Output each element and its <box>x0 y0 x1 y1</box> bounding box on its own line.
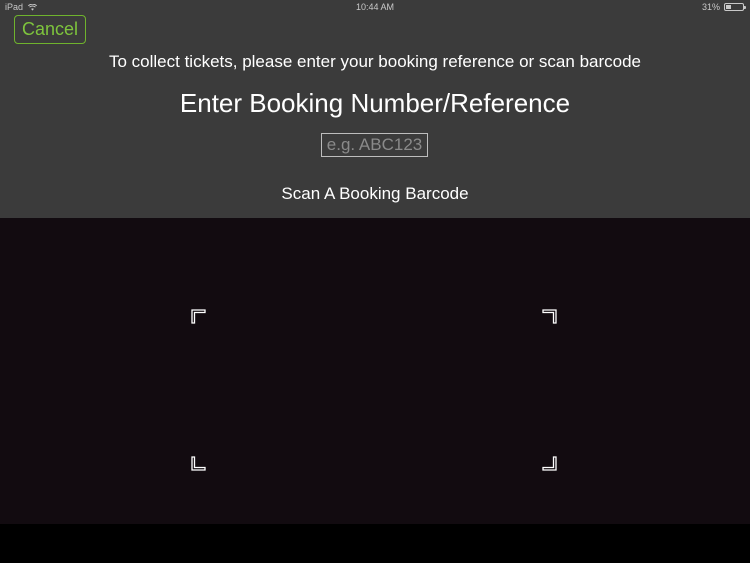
status-right: 31% <box>701 2 746 12</box>
booking-reference-input[interactable] <box>321 133 428 157</box>
booking-entry-panel: iPad 10:44 AM 31% Cancel To collect tick… <box>0 0 750 218</box>
battery-icon <box>724 3 746 11</box>
ticket-collection-screen: iPad 10:44 AM 31% Cancel To collect tick… <box>0 0 750 563</box>
cancel-button[interactable]: Cancel <box>14 15 86 44</box>
battery-level-fill <box>726 5 731 9</box>
bottom-bar <box>0 524 750 563</box>
scan-corner-top-right-icon <box>542 309 557 324</box>
barcode-camera-view[interactable] <box>0 218 750 524</box>
page-title: Enter Booking Number/Reference <box>179 88 571 118</box>
battery-percent: 31% <box>701 2 720 12</box>
scan-corner-bottom-right-icon <box>542 456 557 471</box>
scan-corner-top-left-icon <box>191 309 206 324</box>
instructions-text: To collect tickets, please enter your bo… <box>108 52 641 71</box>
status-bar: iPad 10:44 AM 31% <box>0 0 750 14</box>
scan-corner-bottom-left-icon <box>191 456 206 471</box>
scan-barcode-button[interactable]: Scan A Booking Barcode <box>0 184 750 204</box>
status-time: 10:44 AM <box>355 2 395 12</box>
